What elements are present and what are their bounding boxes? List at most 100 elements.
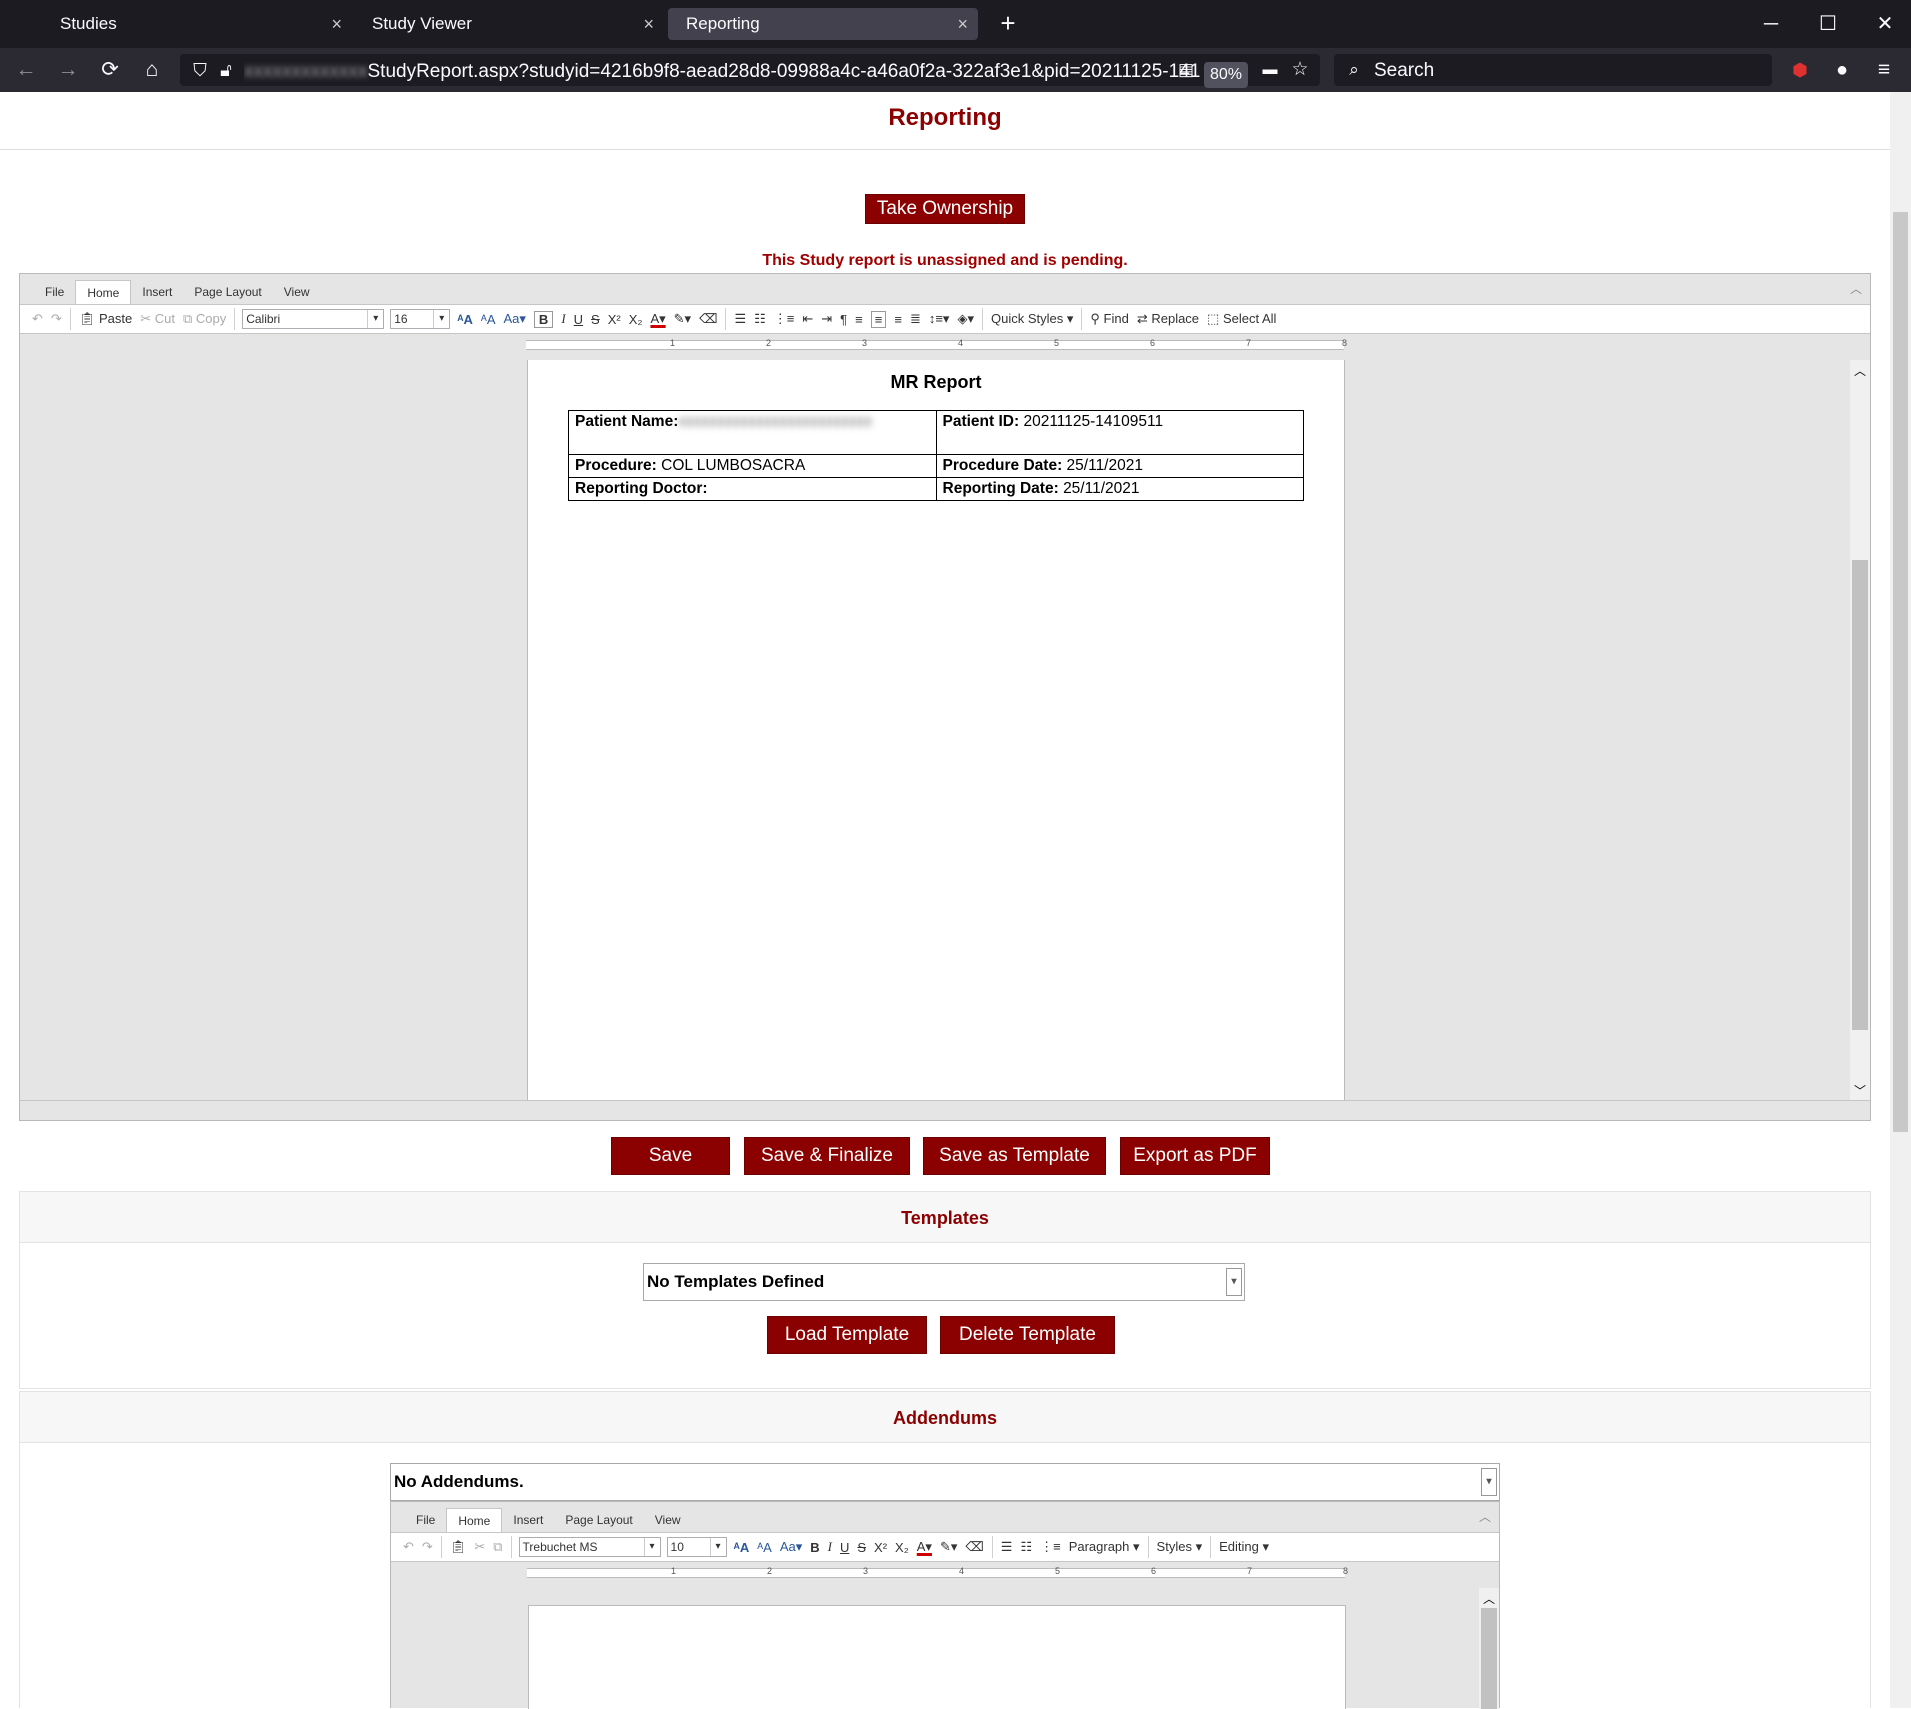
- paragraph-button[interactable]: Paragraph ▾: [1069, 1539, 1140, 1555]
- editor-scrollbar[interactable]: ︿ ﹀: [1850, 360, 1870, 1100]
- align-left-icon[interactable]: ≡: [855, 312, 863, 327]
- grow-font-icon[interactable]: ᴬA: [457, 312, 473, 327]
- zoom-level[interactable]: 80%: [1204, 62, 1249, 88]
- styles-button[interactable]: Styles ▾: [1157, 1539, 1203, 1555]
- underline-icon[interactable]: U: [840, 1540, 849, 1555]
- bullets-icon[interactable]: ☰: [734, 311, 746, 327]
- save-button[interactable]: Save: [611, 1137, 730, 1175]
- table-cell[interactable]: Procedure Date: 25/11/2021: [935, 454, 1304, 478]
- minimize-button[interactable]: ─: [1751, 6, 1791, 42]
- table-cell[interactable]: Procedure: COL LUMBOSACRA: [568, 454, 937, 478]
- horizontal-ruler[interactable]: 1 2 3 4 5 6 7 8: [20, 336, 1850, 354]
- home-icon[interactable]: ⌂: [136, 54, 168, 86]
- horizontal-ruler[interactable]: 1 2 3 4 5 6 7 8: [391, 1564, 1481, 1582]
- select-all-button[interactable]: ⬚ Select All: [1207, 311, 1276, 327]
- scroll-up-icon[interactable]: ︿: [1483, 1590, 1495, 1607]
- load-template-button[interactable]: Load Template: [767, 1316, 927, 1354]
- flag-icon[interactable]: ▬: [1254, 54, 1286, 86]
- editing-button[interactable]: Editing ▾: [1219, 1539, 1269, 1555]
- bold-icon[interactable]: B: [810, 1540, 819, 1555]
- tab-insert[interactable]: Insert: [131, 280, 183, 304]
- table-cell[interactable]: Reporting Date: 25/11/2021: [935, 477, 1304, 501]
- addendum-scrollbar[interactable]: ︿: [1479, 1588, 1499, 1709]
- ublock-icon[interactable]: ⬢: [1784, 54, 1816, 86]
- paste-icon[interactable]: 📋︎: [450, 1539, 467, 1555]
- addendum-scroll-thumb[interactable]: [1481, 1608, 1497, 1709]
- justify-icon[interactable]: ≣: [910, 311, 921, 327]
- export-pdf-button[interactable]: Export as PDF: [1120, 1137, 1270, 1175]
- align-right-icon[interactable]: ≡: [894, 312, 902, 327]
- url-text[interactable]: xxxxxxxxxxxxxStudyReport.aspx?studyid=42…: [244, 61, 1244, 83]
- font-size-select[interactable]: 10 ▾: [666, 1537, 727, 1557]
- shrink-font-icon[interactable]: ᴬA: [757, 1540, 772, 1555]
- tab-home[interactable]: Home: [446, 1508, 503, 1532]
- lock-icon[interactable]: 🔓︎: [210, 54, 242, 86]
- subscript-icon[interactable]: X₂: [629, 312, 643, 327]
- replace-button[interactable]: ⇄ Replace: [1137, 311, 1199, 327]
- search-bar[interactable]: ⌕ Search: [1334, 54, 1772, 86]
- font-color-icon[interactable]: A▾: [917, 1539, 932, 1555]
- save-as-template-button[interactable]: Save as Template: [923, 1137, 1106, 1175]
- font-color-icon[interactable]: A▾: [650, 311, 665, 327]
- tab-reporting[interactable]: Reporting ×: [668, 8, 978, 40]
- line-spacing-icon[interactable]: ↕≡▾: [929, 311, 950, 327]
- bullets-icon[interactable]: ☰: [1001, 1539, 1013, 1555]
- clear-format-icon[interactable]: ⌫: [965, 1539, 983, 1555]
- scroll-up-icon[interactable]: ︿: [1854, 362, 1866, 379]
- save-finalize-button[interactable]: Save & Finalize: [744, 1137, 910, 1175]
- forward-arrow-icon[interactable]: →: [52, 54, 84, 86]
- close-window-button[interactable]: ✕: [1865, 6, 1905, 42]
- account-avatar-icon[interactable]: ●: [1826, 54, 1858, 86]
- italic-icon[interactable]: I: [561, 311, 565, 327]
- close-icon[interactable]: ×: [957, 14, 968, 35]
- superscript-icon[interactable]: X²: [874, 1540, 887, 1555]
- collapse-ribbon-icon[interactable]: ︿: [1479, 1508, 1491, 1525]
- document-page[interactable]: MR Report Patient Name:xxxxxxxxxxxxxxxxx…: [527, 360, 1345, 1100]
- highlight-icon[interactable]: ✎▾: [940, 1539, 957, 1555]
- page-scrollbar[interactable]: [1890, 92, 1911, 1708]
- pilcrow-icon[interactable]: ¶: [840, 312, 847, 327]
- clear-format-icon[interactable]: ⌫: [699, 311, 717, 327]
- paste-button[interactable]: 📋︎ Paste: [79, 311, 132, 327]
- font-family-select[interactable]: Trebuchet MS ▾: [518, 1537, 661, 1557]
- close-icon[interactable]: ×: [643, 14, 654, 35]
- undo-icon[interactable]: ↶: [403, 1539, 414, 1555]
- scroll-down-icon[interactable]: ﹀: [1854, 1082, 1866, 1099]
- address-bar[interactable]: ⛉ 🔓︎ xxxxxxxxxxxxxStudyReport.aspx?study…: [180, 54, 1320, 88]
- page-scroll-thumb[interactable]: [1893, 212, 1908, 1132]
- italic-icon[interactable]: I: [828, 1539, 832, 1555]
- editor-scroll-thumb[interactable]: [1852, 560, 1868, 1030]
- grow-font-icon[interactable]: ᴬA: [734, 1540, 750, 1555]
- take-ownership-button[interactable]: Take Ownership: [865, 194, 1025, 224]
- redo-icon[interactable]: ↷: [422, 1539, 433, 1555]
- tab-page-layout[interactable]: Page Layout: [554, 1508, 643, 1532]
- multilevel-list-icon[interactable]: ⋮≡: [1040, 1539, 1061, 1555]
- tab-view[interactable]: View: [644, 1508, 692, 1532]
- table-cell[interactable]: Patient Name:xxxxxxxxxxxxxxxxxxxxxxxxx: [568, 410, 937, 455]
- redo-icon[interactable]: ↷: [51, 311, 62, 327]
- bookmark-star-icon[interactable]: ☆: [1284, 54, 1316, 86]
- strikethrough-icon[interactable]: S: [857, 1540, 866, 1555]
- tab-file[interactable]: File: [34, 280, 75, 304]
- new-tab-button[interactable]: +: [992, 8, 1024, 40]
- shrink-font-icon[interactable]: ᴬA: [481, 312, 496, 327]
- addendum-select[interactable]: No Addendums. ▾: [390, 1463, 1500, 1501]
- cut-button[interactable]: ✂ Cut: [140, 311, 175, 327]
- back-arrow-icon[interactable]: ←: [10, 54, 42, 86]
- delete-template-button[interactable]: Delete Template: [940, 1316, 1115, 1354]
- numbering-icon[interactable]: ☷: [1020, 1539, 1032, 1555]
- undo-icon[interactable]: ↶: [32, 311, 43, 327]
- find-button[interactable]: ⚲ Find: [1090, 311, 1128, 327]
- change-case-icon[interactable]: Aa▾: [503, 311, 525, 327]
- table-cell[interactable]: Reporting Doctor:: [568, 477, 937, 501]
- shading-icon[interactable]: ◈▾: [957, 311, 974, 327]
- template-select[interactable]: No Templates Defined ▾: [643, 1263, 1245, 1301]
- underline-icon[interactable]: U: [574, 312, 583, 327]
- tab-insert[interactable]: Insert: [502, 1508, 554, 1532]
- bold-icon[interactable]: B: [533, 310, 554, 328]
- collapse-ribbon-icon[interactable]: ︿: [1850, 280, 1862, 297]
- tab-study-viewer[interactable]: Study Viewer ×: [354, 8, 664, 40]
- tab-home[interactable]: Home: [75, 280, 132, 304]
- font-family-select[interactable]: Calibri ▾: [242, 309, 385, 329]
- numbering-icon[interactable]: ☷: [754, 311, 766, 327]
